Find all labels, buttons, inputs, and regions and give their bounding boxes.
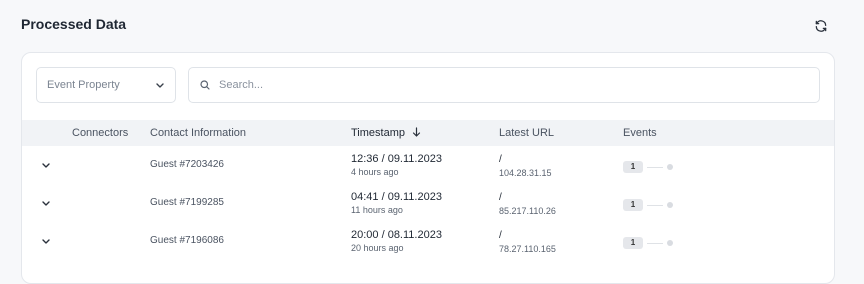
event-count-badge: 1 [623,161,643,173]
contact-information[interactable]: Guest #7196086 [150,235,224,246]
event-connector-line [647,166,663,168]
event-property-select[interactable]: Event Property [36,67,176,103]
search-input[interactable] [217,78,809,92]
search-box[interactable] [188,67,820,103]
events-timeline[interactable]: 1 [623,237,673,249]
relative-time: 20 hours ago [351,243,404,253]
processed-data-card: Event Property Connectors Contact Inform… [21,52,835,284]
relative-time: 11 hours ago [351,205,403,215]
events-timeline[interactable]: 1 [623,161,673,173]
event-dot [667,164,673,170]
chevron-down-icon [42,239,50,244]
timestamp: 20:00 / 08.11.2023 [351,229,442,241]
ip-address: 104.28.31.15 [499,168,552,178]
event-count-badge: 1 [623,199,643,211]
latest-url[interactable]: / [499,192,502,203]
event-property-label: Event Property [47,79,120,91]
table-row[interactable]: Guest #7196086 20:00 / 08.11.2023 20 hou… [22,222,834,260]
timestamp: 12:36 / 09.11.2023 [351,153,442,165]
column-events[interactable]: Events [623,127,657,139]
column-latest-url[interactable]: Latest URL [499,127,554,139]
event-connector-line [647,204,663,206]
chevron-down-icon [42,201,50,206]
ip-address: 78.27.110.165 [499,244,556,254]
chevron-down-icon [156,83,164,88]
search-icon [200,80,210,90]
chevron-down-icon [42,163,50,168]
latest-url[interactable]: / [499,230,502,241]
expand-row-button[interactable] [39,196,53,210]
refresh-icon [815,20,827,32]
event-dot [667,202,673,208]
arrow-down-icon [412,127,421,137]
table-row[interactable]: Guest #7199285 04:41 / 09.11.2023 11 hou… [22,184,834,222]
column-contact-information[interactable]: Contact Information [150,127,246,139]
expand-row-button[interactable] [39,234,53,248]
event-count-badge: 1 [623,237,643,249]
events-timeline[interactable]: 1 [623,199,673,211]
event-connector-line [647,242,663,244]
relative-time: 4 hours ago [351,167,399,177]
contact-information[interactable]: Guest #7203426 [150,159,224,170]
column-timestamp[interactable]: Timestamp [351,127,421,139]
timestamp: 04:41 / 09.11.2023 [351,191,442,203]
page-title: Processed Data [21,16,127,32]
latest-url[interactable]: / [499,154,502,165]
refresh-button[interactable] [812,17,830,35]
column-timestamp-label: Timestamp [351,127,405,139]
ip-address: 85.217.110.26 [499,206,556,216]
table-header: Connectors Contact Information Timestamp… [22,120,834,146]
expand-row-button[interactable] [39,158,53,172]
contact-information[interactable]: Guest #7199285 [150,197,224,208]
column-connectors[interactable]: Connectors [72,127,128,139]
event-dot [667,240,673,246]
table-row[interactable]: Guest #7203426 12:36 / 09.11.2023 4 hour… [22,146,834,184]
